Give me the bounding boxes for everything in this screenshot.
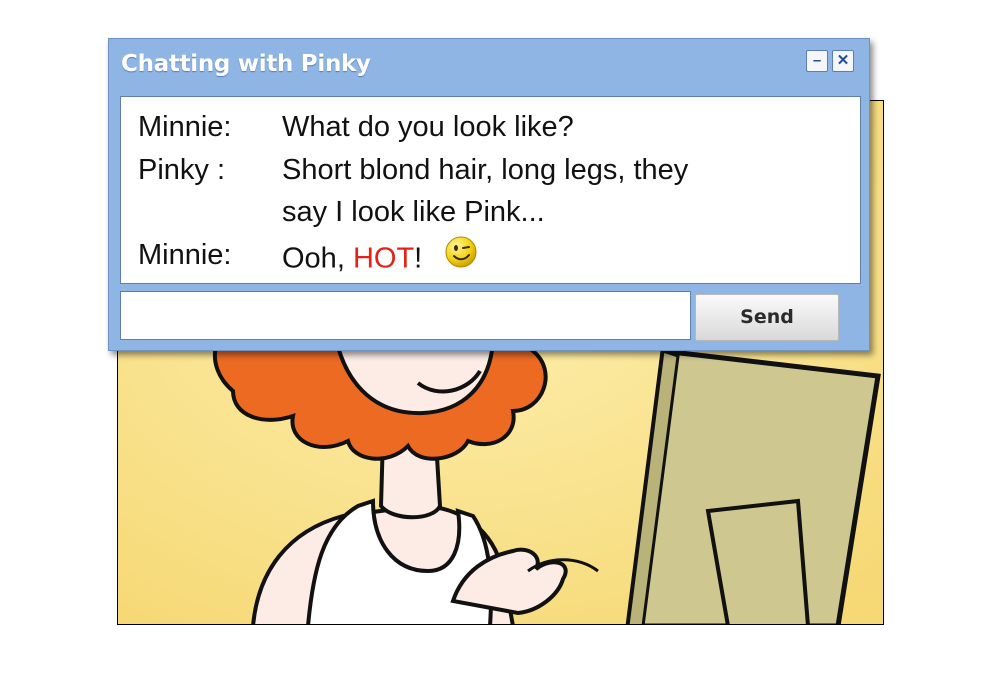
message-history: Minnie: What do you look like? Pinky : S… (120, 96, 861, 284)
message-sender: Pinky : (138, 154, 226, 186)
message-text: Ooh, HOT! (282, 236, 478, 281)
send-button[interactable]: Send (695, 294, 839, 341)
message-text: What do you look like? (282, 111, 574, 143)
title-bar: Chatting with Pinky – ✕ (109, 39, 869, 89)
minimize-icon: – (812, 52, 822, 69)
close-button[interactable]: ✕ (832, 50, 854, 72)
message-text: say I look like Pink... (282, 196, 545, 228)
minimize-button[interactable]: – (806, 50, 828, 72)
window-title: Chatting with Pinky (121, 51, 371, 77)
message-text-after: ! (414, 242, 423, 275)
chat-window: Chatting with Pinky – ✕ Minnie: What do … (108, 38, 870, 351)
message-text: Short blond hair, long legs, they (282, 154, 689, 186)
message-sender: Minnie: (138, 239, 232, 271)
message-text-before: Ooh, (282, 242, 353, 275)
message-input[interactable] (120, 291, 691, 340)
close-icon: ✕ (836, 52, 850, 69)
message-sender: Minnie: (138, 111, 232, 143)
message-text-highlight: HOT (352, 242, 415, 275)
winking-smiley-icon (444, 235, 478, 277)
monitor (625, 348, 881, 624)
